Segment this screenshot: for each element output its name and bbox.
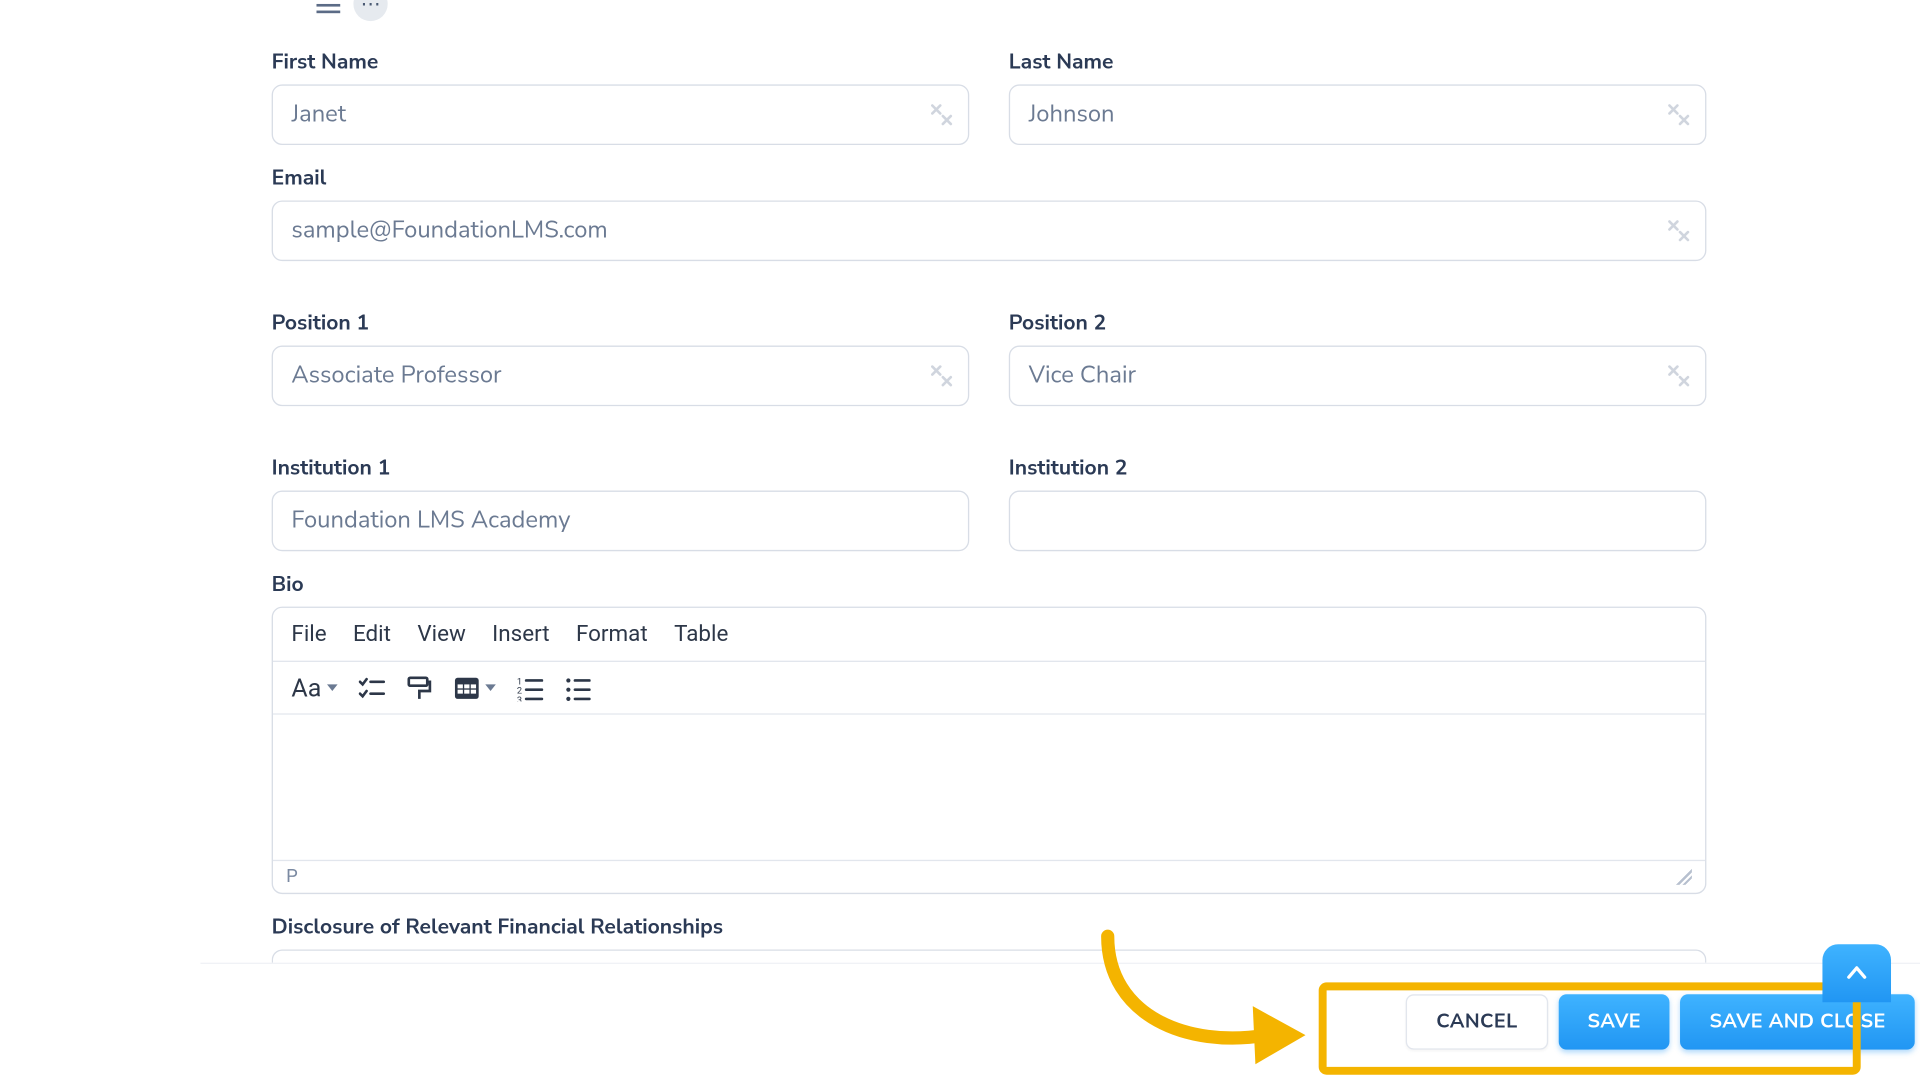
clear-email-icon[interactable] [1667, 219, 1691, 243]
profile-form: ⋯ First Name Last Name [272, 0, 1707, 1005]
first-name-input[interactable] [272, 84, 970, 145]
chevron-down-icon [327, 684, 338, 691]
bio-editor-path[interactable]: P [286, 866, 298, 887]
clear-position1-icon[interactable] [930, 364, 954, 388]
position1-label: Position 1 [272, 309, 970, 338]
format-painter-icon[interactable] [406, 675, 432, 701]
institution1-label: Institution 1 [272, 454, 970, 483]
last-name-input[interactable] [1009, 84, 1707, 145]
position2-input[interactable] [1009, 345, 1707, 406]
menu-format[interactable]: Format [576, 621, 648, 647]
last-name-label: Last Name [1009, 47, 1707, 76]
save-button[interactable]: SAVE [1558, 994, 1669, 1049]
email-input[interactable] [272, 200, 1707, 261]
disclosure-label: Disclosure of Relevant Financial Relatio… [272, 913, 1707, 942]
bio-editor-toolbar: Aa 123 [273, 662, 1705, 715]
cancel-button[interactable]: CANCEL [1406, 994, 1548, 1049]
position1-input[interactable] [272, 345, 970, 406]
menu-file[interactable]: File [291, 621, 326, 647]
bio-editor-menubar: File Edit View Insert Format Table [273, 608, 1705, 662]
clear-position2-icon[interactable] [1667, 364, 1691, 388]
numbered-list-icon[interactable]: 123 [517, 675, 543, 701]
add-circle-icon[interactable]: ⋯ [353, 0, 387, 21]
clear-last-name-icon[interactable] [1667, 103, 1691, 127]
institution1-input[interactable] [272, 491, 970, 552]
bio-editor-body[interactable] [273, 715, 1705, 860]
table-tool[interactable] [453, 675, 495, 701]
top-toolbar-fragment: ⋯ [316, 0, 387, 21]
footer-action-bar: CANCEL SAVE SAVE AND CLOSE [200, 963, 1920, 1079]
menu-insert[interactable]: Insert [492, 621, 549, 647]
position2-label: Position 2 [1009, 309, 1707, 338]
first-name-label: First Name [272, 47, 970, 76]
svg-text:3: 3 [517, 694, 522, 701]
scroll-to-top-fab[interactable] [1822, 944, 1891, 1002]
bullet-list-icon[interactable] [564, 675, 590, 701]
bio-label: Bio [272, 570, 1707, 599]
drag-handle-icon[interactable] [316, 0, 340, 13]
clear-first-name-icon[interactable] [930, 103, 954, 127]
institution2-input[interactable] [1009, 491, 1707, 552]
email-label: Email [272, 164, 1707, 193]
bio-editor-statusbar: P [273, 860, 1705, 893]
font-size-tool[interactable]: Aa [291, 673, 337, 703]
menu-edit[interactable]: Edit [353, 621, 391, 647]
institution2-label: Institution 2 [1009, 454, 1707, 483]
chevron-down-icon [485, 684, 496, 691]
resize-grip-icon[interactable] [1676, 869, 1692, 885]
bio-editor: File Edit View Insert Format Table Aa [272, 607, 1707, 894]
checklist-icon[interactable] [358, 675, 384, 701]
menu-table[interactable]: Table [674, 621, 728, 647]
menu-view[interactable]: View [417, 621, 465, 647]
